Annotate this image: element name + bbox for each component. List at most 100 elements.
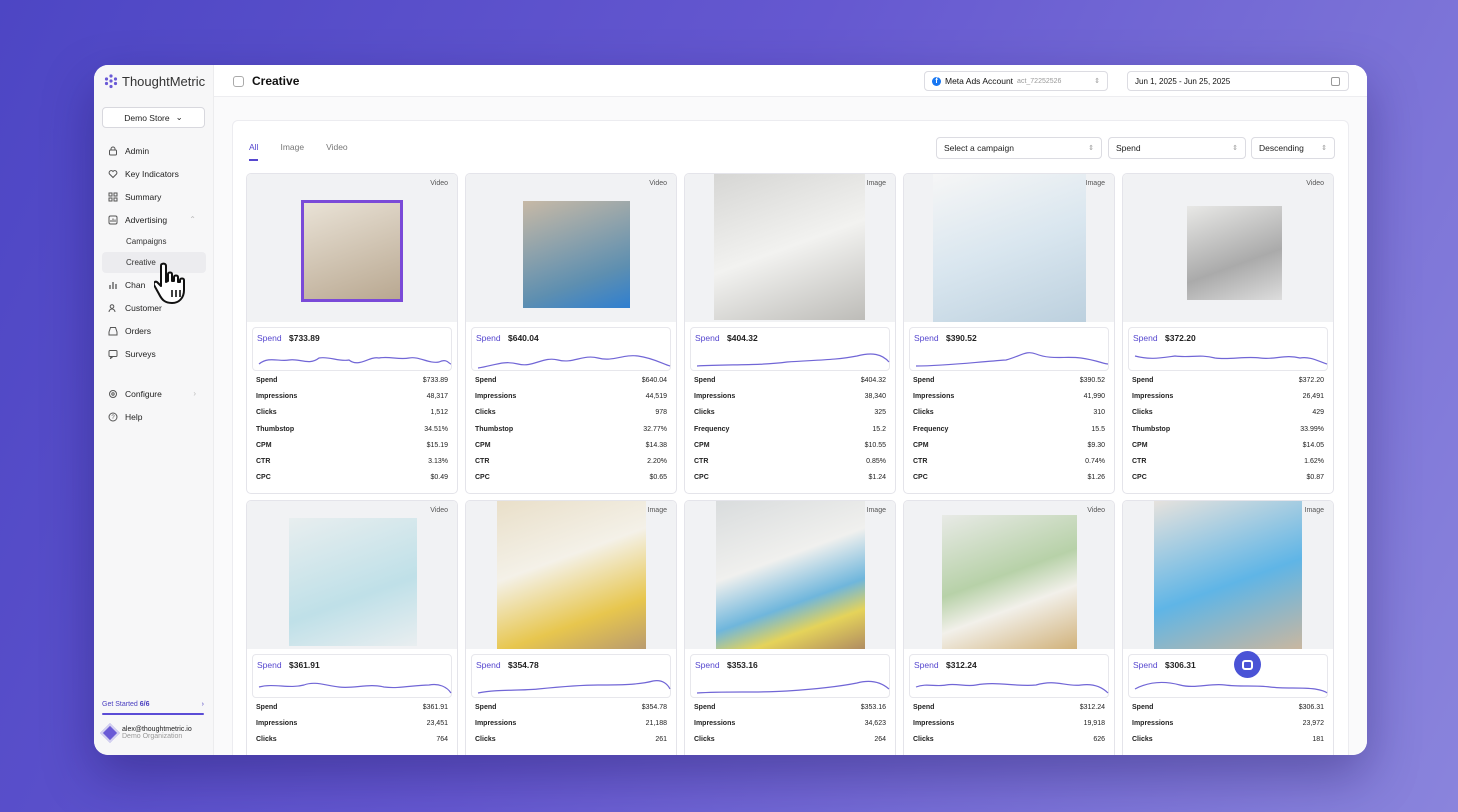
store-selector[interactable]: Demo Store ⌄ [102, 107, 205, 128]
metric-value: 32.77% [643, 425, 667, 433]
metric-label: CPC [475, 474, 490, 482]
spend-value: $390.52 [946, 333, 977, 343]
spend-summary: Spend $640.04 [471, 327, 671, 371]
sidebar-item-label: Orders [125, 325, 151, 336]
sidebar-item-label: Chan [125, 279, 146, 290]
metric-label: Spend [475, 377, 497, 384]
top-bar: Creative f Meta Ads Account act_72252526… [214, 65, 1367, 97]
creative-card[interactable]: Image Spend $354.78 Spend $354.78 Impres… [465, 500, 677, 755]
sidebar-item-surveys[interactable]: Surveys [102, 342, 206, 365]
metric-row: Impressions 34,623 [694, 720, 886, 736]
avatar [100, 723, 120, 743]
creative-image [301, 200, 403, 302]
updown-icon: ⇕ [1321, 145, 1327, 152]
logo[interactable]: ThoughtMetric [103, 73, 205, 89]
user-menu[interactable]: alex@thoughtmetric.io Demo Organization [100, 723, 192, 743]
creative-thumbnail-area: Image [466, 501, 676, 649]
sort-by-select[interactable]: Spend ⇕ [1108, 137, 1246, 159]
sidebar-item-summary[interactable]: Summary [102, 185, 206, 208]
creative-card[interactable]: Image Spend $353.16 Spend $353.16 Impres… [684, 500, 896, 755]
progress-bar [102, 713, 204, 715]
metric-value: $14.38 [645, 441, 667, 449]
tab-video[interactable]: Video [326, 142, 348, 161]
campaign-select[interactable]: Select a campaign ⇕ [936, 137, 1102, 159]
account-selector[interactable]: f Meta Ads Account act_72252526 ⇕ [924, 71, 1108, 91]
creative-image [1187, 206, 1282, 300]
metric-label: Impressions [475, 393, 517, 401]
sidebar-item-key-indicators[interactable]: Key Indicators [102, 162, 206, 185]
creative-card[interactable]: Video Spend $640.04 Spend $640.04 Impres… [465, 173, 677, 494]
metric-row: Spend $640.04 [475, 377, 667, 393]
metric-label: Clicks [475, 409, 496, 417]
creative-card[interactable]: Video Spend $361.91 Spend $361.91 Impres… [246, 500, 458, 755]
metric-value: $354.78 [641, 704, 667, 711]
chevron-right-icon: › [193, 389, 196, 398]
metric-label: CTR [475, 457, 490, 465]
tab-image[interactable]: Image [280, 142, 304, 161]
metric-label: CPC [1132, 474, 1147, 482]
metric-label: Spend [256, 377, 278, 384]
creative-thumbnail-area: Video [247, 501, 457, 649]
sidebar-subitem-campaigns[interactable]: Campaigns [102, 231, 206, 252]
creative-card[interactable]: Video Spend $312.24 Spend $312.24 Impres… [903, 500, 1115, 755]
metric-label: Spend [1132, 377, 1154, 384]
spend-label: Spend [257, 333, 282, 343]
sidebar-item-admin[interactable]: Admin [102, 139, 206, 162]
metric-label: Spend [913, 704, 935, 711]
spend-sparkline [258, 356, 452, 365]
creative-card[interactable]: Video Spend $372.20 Spend $372.20 Impres… [1122, 173, 1334, 494]
spend-value: $404.32 [727, 333, 758, 343]
metrics-list: Spend $640.04 Impressions 44,519 Clicks … [466, 371, 676, 490]
metric-value: 38,340 [864, 393, 886, 401]
sidebar-item-advertising[interactable]: Advertising ⌃ [102, 208, 206, 231]
media-type-badge: Image [647, 507, 667, 514]
metric-value: 3.13% [428, 457, 448, 465]
metrics-list: Spend $354.78 Impressions 21,188 Clicks … [466, 698, 676, 753]
metric-row: Impressions 19,918 [913, 720, 1105, 736]
creative-card[interactable]: Image Spend $390.52 Spend $390.52 Impres… [903, 173, 1115, 494]
metric-label: Clicks [475, 736, 496, 744]
metric-row: CPM $9.30 [913, 442, 1105, 458]
creative-card[interactable]: Video Spend $733.89 Spend $733.89 Impres… [246, 173, 458, 494]
creative-thumbnail-area: Image [685, 174, 895, 322]
metric-label: Thumbstop [256, 425, 295, 433]
chevron-down-icon: ⌄ [175, 112, 183, 122]
metric-row: Spend $312.24 [913, 704, 1105, 720]
metric-label: CPM [913, 441, 929, 449]
creative-panel: All Image Video Select a campaign ⇕ Spen… [232, 120, 1349, 755]
metrics-list: Spend $372.20 Impressions 26,491 Clicks … [1123, 371, 1333, 490]
creative-thumbnail-area: Video [904, 501, 1114, 649]
metric-value: 15.5 [1091, 425, 1105, 433]
order-select[interactable]: Descending ⇕ [1251, 137, 1335, 159]
org-name: Demo Organization [122, 733, 183, 740]
metric-row: Impressions 23,972 [1132, 720, 1324, 736]
metric-label: Impressions [913, 393, 955, 401]
metric-value: 48,317 [426, 393, 448, 401]
creative-card[interactable]: Image Spend $306.31 Spend $306.31 Impres… [1122, 500, 1334, 755]
chat-button[interactable] [1234, 651, 1261, 678]
spend-summary: Spend $354.78 [471, 654, 671, 698]
get-started-label: Get Started [102, 701, 138, 708]
metric-row: Clicks 325 [694, 409, 886, 425]
creative-card[interactable]: Image Spend $404.32 Spend $404.32 Impres… [684, 173, 896, 494]
metric-value: 34.51% [424, 425, 448, 433]
metric-row: CTR 2.20% [475, 458, 667, 474]
metric-row: Thumbstop 34.51% [256, 426, 448, 442]
spend-summary: Spend $306.31 [1128, 654, 1328, 698]
spend-sparkline [477, 680, 671, 694]
spend-summary: Spend $372.20 [1128, 327, 1328, 371]
get-started-link[interactable]: Get Started 6/6 › [102, 701, 204, 708]
metric-row: Thumbstop 32.77% [475, 426, 667, 442]
spend-label: Spend [1133, 333, 1158, 343]
sidebar-item-help[interactable]: ? Help [102, 405, 206, 428]
sidebar-item-configure[interactable]: Configure › [102, 382, 206, 405]
tab-all[interactable]: All [249, 142, 259, 161]
creative-thumbnail-area: Image [1123, 501, 1333, 649]
metric-value: 1,512 [430, 409, 448, 417]
date-range-picker[interactable]: Jun 1, 2025 - Jun 25, 2025 [1127, 71, 1349, 91]
metric-value: $312.24 [1079, 704, 1105, 711]
metric-row: Frequency 15.5 [913, 426, 1105, 442]
metric-label: CTR [256, 457, 271, 465]
metrics-list: Spend $306.31 Impressions 23,972 Clicks … [1123, 698, 1333, 753]
sidebar-item-orders[interactable]: Orders [102, 319, 206, 342]
